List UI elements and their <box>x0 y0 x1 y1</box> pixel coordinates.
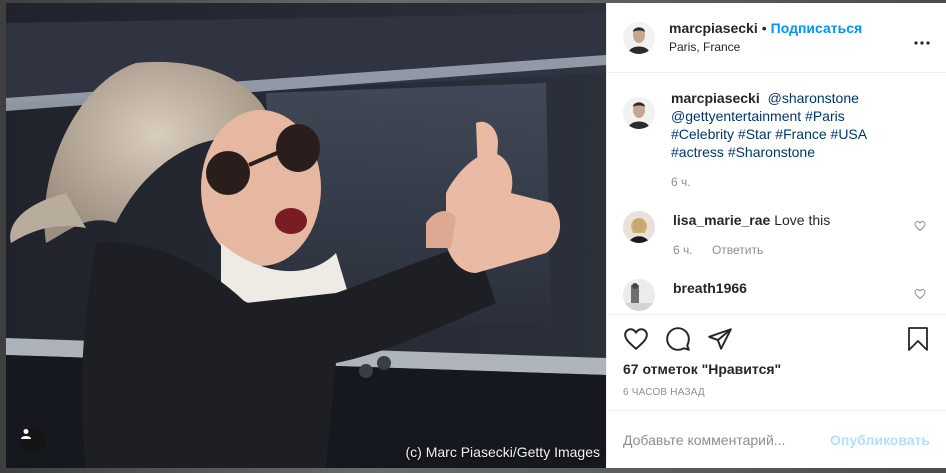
post-header: marcpiasecki • Подписаться Paris, France <box>607 3 946 73</box>
post-modal: (c) Marc Piasecki/Getty Images marcpiase… <box>6 3 946 468</box>
mention-link[interactable]: @sharonstone <box>768 90 859 106</box>
follow-button[interactable]: Подписаться <box>771 20 863 36</box>
post-photo[interactable]: (c) Marc Piasecki/Getty Images <box>6 3 606 468</box>
avatar-image <box>623 97 655 129</box>
more-options-button[interactable] <box>914 29 930 50</box>
comment-time[interactable]: 6 ч. <box>673 243 693 257</box>
mention-link[interactable]: @gettyentertainment <box>671 108 801 124</box>
caption-avatar[interactable] <box>623 97 655 129</box>
likes-count[interactable]: 67 отметок "Нравится" <box>623 361 930 377</box>
hashtag-link[interactable]: #Star <box>738 126 771 142</box>
commenter-avatar[interactable] <box>623 279 655 311</box>
photo-image <box>6 3 606 468</box>
commenter-username[interactable]: breath1966 <box>673 280 747 296</box>
send-icon <box>708 328 732 350</box>
like-comment-button[interactable] <box>914 287 926 305</box>
like-button[interactable] <box>623 326 649 352</box>
post-sidebar: marcpiasecki•Подписаться Paris, France <box>606 3 946 468</box>
comment-item: lisa_marie_rae Love this 6 ч. Ответить <box>623 211 930 259</box>
comment-text: Love this <box>774 212 831 228</box>
hashtag-link[interactable]: #Celebrity <box>671 126 734 142</box>
share-button[interactable] <box>707 326 733 352</box>
comment-button[interactable] <box>665 326 691 352</box>
hashtag-link[interactable]: #actress <box>671 144 724 160</box>
separator-dot: • <box>761 20 767 36</box>
hashtag-link[interactable]: #USA <box>831 126 867 142</box>
author-username[interactable]: marcpiasecki <box>669 20 758 36</box>
post-location[interactable]: Paris, France <box>669 38 862 56</box>
publish-button[interactable]: Опубликовать <box>830 432 930 448</box>
save-button[interactable] <box>906 326 930 352</box>
heart-icon <box>914 288 926 300</box>
avatar-image <box>623 211 655 243</box>
bookmark-icon <box>908 327 928 351</box>
photo-credit: (c) Marc Piasecki/Getty Images <box>405 444 601 460</box>
post-actions: 67 отметок "Нравится" 6 часов назад <box>607 314 946 410</box>
avatar-image <box>623 21 655 54</box>
commenter-username[interactable]: lisa_marie_rae <box>673 212 770 228</box>
post-timestamp[interactable]: 6 часов назад <box>623 387 930 398</box>
post-caption: marcpiasecki @sharonstone @gettyentertai… <box>623 89 930 191</box>
comment-icon <box>666 327 690 351</box>
like-comment-button[interactable] <box>914 219 926 237</box>
author-avatar[interactable] <box>623 21 655 54</box>
caption-time[interactable]: 6 ч. <box>671 173 881 191</box>
hashtag-link[interactable]: #France <box>775 126 826 142</box>
tagged-users-button[interactable] <box>20 428 46 454</box>
comments-list[interactable]: marcpiasecki @sharonstone @gettyentertai… <box>607 73 946 314</box>
reply-button[interactable]: Ответить <box>712 243 763 257</box>
caption-username[interactable]: marcpiasecki <box>671 90 760 106</box>
hashtag-link[interactable]: #Paris <box>805 108 845 124</box>
user-icon <box>21 429 31 439</box>
hashtag-link[interactable]: #Sharonstone <box>728 144 815 160</box>
more-icon <box>914 41 930 45</box>
commenter-avatar[interactable] <box>623 211 655 243</box>
add-comment-bar: Опубликовать <box>607 410 946 468</box>
heart-icon <box>914 220 926 232</box>
avatar-image <box>623 279 655 311</box>
comment-item: breath1966 <box>623 279 930 311</box>
heart-icon <box>624 328 648 351</box>
comment-input[interactable] <box>623 431 831 448</box>
